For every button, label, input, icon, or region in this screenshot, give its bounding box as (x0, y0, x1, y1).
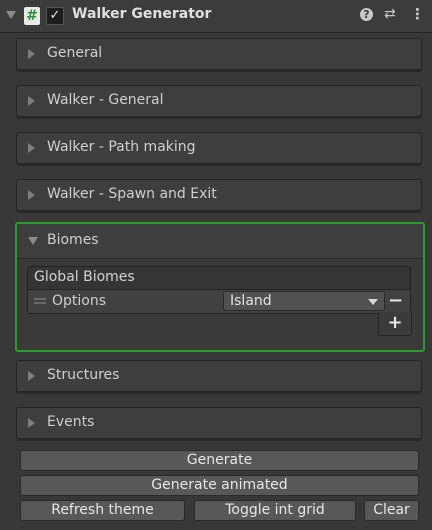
generate-animated-button[interactable]: Generate animated (20, 475, 419, 496)
section-biomes-header[interactable]: Biomes (17, 224, 423, 259)
list-title: Global Biomes (34, 269, 135, 285)
context-menu-icon[interactable]: ⋮ (410, 5, 425, 23)
preset-icon[interactable]: ⇄ (384, 6, 396, 22)
clear-button[interactable]: Clear (364, 500, 419, 521)
chevron-down-icon (368, 299, 378, 305)
script-icon: # (24, 7, 40, 25)
refresh-theme-button[interactable]: Refresh theme (20, 500, 185, 521)
remove-item-button[interactable]: − (388, 290, 403, 311)
global-biomes-list: Global Biomes Options Island (27, 266, 411, 314)
section-structures[interactable]: Structures (16, 360, 422, 392)
component-foldout-arrow-icon[interactable] (6, 11, 16, 19)
section-label: Events (47, 414, 95, 430)
section-general[interactable]: General (16, 38, 422, 70)
help-icon[interactable]: ? (360, 8, 373, 21)
expand-arrow-icon (28, 371, 35, 381)
toggle-int-grid-button[interactable]: Toggle int grid (194, 500, 356, 521)
section-label: Walker - General (47, 92, 164, 108)
section-walker-general[interactable]: Walker - General (16, 85, 422, 117)
section-label: Walker - Spawn and Exit (47, 186, 217, 202)
list-header: Global Biomes (28, 267, 410, 290)
expand-arrow-icon (28, 143, 35, 153)
component-header: # ✓ Walker Generator ? ⇄ ⋮ (0, 0, 432, 33)
section-biomes: Biomes Global Biomes Options Island − + (15, 222, 425, 352)
options-dropdown[interactable]: Island (223, 291, 385, 311)
expand-arrow-icon (28, 418, 35, 428)
component-enabled-checkbox[interactable]: ✓ (46, 7, 64, 25)
section-label: Biomes (47, 232, 99, 248)
expand-arrow-icon (28, 96, 35, 106)
section-label: Structures (47, 367, 120, 383)
list-item: Options Island (28, 290, 410, 314)
section-walker-spawn-exit[interactable]: Walker - Spawn and Exit (16, 179, 422, 211)
dropdown-value: Island (230, 293, 272, 309)
add-item-button[interactable]: + (378, 312, 412, 336)
section-walker-path-making[interactable]: Walker - Path making (16, 132, 422, 164)
collapse-arrow-icon (28, 237, 38, 245)
section-label: Walker - Path making (47, 139, 196, 155)
options-label: Options (52, 293, 107, 309)
expand-arrow-icon (28, 190, 35, 200)
drag-handle-icon[interactable] (34, 298, 46, 304)
section-events[interactable]: Events (16, 407, 422, 439)
section-label: General (47, 45, 103, 61)
generate-button[interactable]: Generate (20, 450, 419, 471)
component-title: Walker Generator (72, 6, 212, 22)
expand-arrow-icon (28, 49, 35, 59)
